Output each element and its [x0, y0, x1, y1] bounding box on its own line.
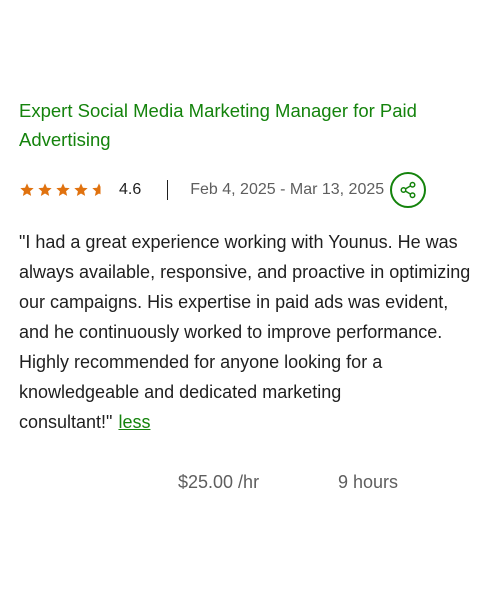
review-card: Expert Social Media Marketing Manager fo… — [19, 96, 481, 437]
star-icon — [56, 183, 70, 196]
less-link[interactable]: less — [118, 412, 150, 432]
hourly-rate: $25.00 /hr — [178, 472, 260, 492]
review-feedback: "I had a great experience working with Y… — [19, 227, 477, 437]
rating-value: 4.6 — [119, 181, 142, 198]
job-title-link[interactable]: Expert Social Media Marketing Manager fo… — [19, 96, 481, 154]
star-rating — [19, 182, 107, 198]
half-star-icon — [92, 183, 106, 196]
feedback-text: "I had a great experience working with Y… — [19, 232, 471, 432]
review-meta: 4.6 Feb 4, 2025 - Mar 13, 2025 — [19, 170, 481, 210]
hours-worked: 9 hours — [338, 472, 399, 492]
share-button[interactable] — [390, 172, 427, 208]
share-icon — [400, 181, 416, 199]
star-icon — [20, 183, 34, 196]
contract-stats: $25.00 /hr 9 hours — [178, 472, 398, 493]
star-icon — [38, 183, 52, 196]
meta-divider — [167, 180, 169, 200]
date-range: Feb 4, 2025 - Mar 13, 2025 — [190, 181, 385, 198]
star-icon — [74, 183, 88, 196]
